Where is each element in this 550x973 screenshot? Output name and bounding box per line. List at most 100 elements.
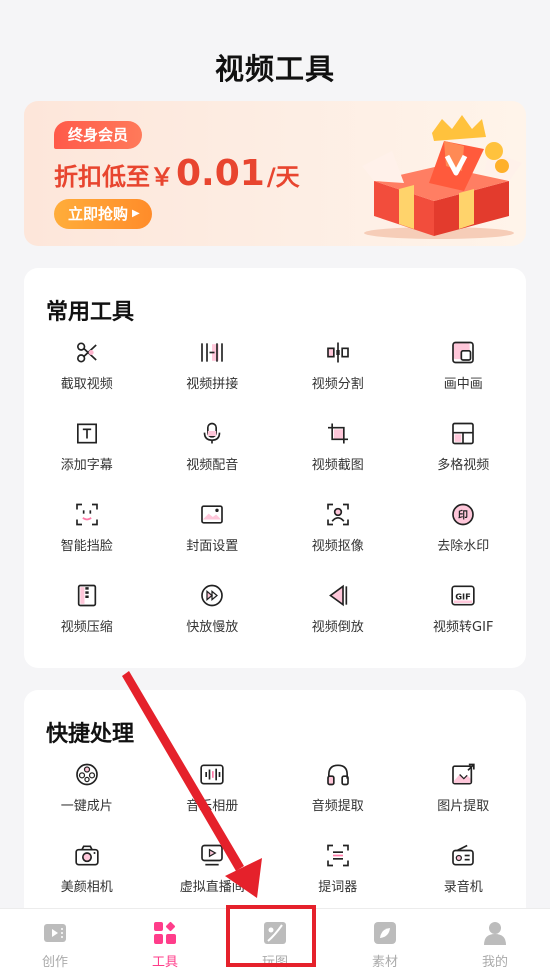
tab-create[interactable]: 创作 (0, 909, 110, 973)
discount-value: 0.01 (176, 153, 265, 194)
tool-label: 视频抠像 (311, 539, 364, 554)
discount-text: 折扣低至￥ 0.01 /天 (54, 153, 300, 194)
tool-label: 快放慢放 (186, 620, 239, 635)
tool-label: 视频压缩 (60, 620, 113, 635)
tool-label: 音乐相册 (186, 799, 239, 814)
vip-gift-box-icon (362, 115, 522, 239)
tool-image-extract[interactable]: 图片提取 (401, 762, 527, 814)
tools-icon (154, 921, 176, 944)
tool-multi-grid[interactable]: 多格视频 (401, 421, 527, 473)
tool-trim-video[interactable]: 截取视频 (24, 340, 150, 392)
create-icon (44, 924, 66, 942)
crop-icon (327, 423, 348, 444)
scissors-icon (76, 342, 97, 363)
tool-screenshot[interactable]: 视频截图 (275, 421, 401, 473)
headphones-icon (326, 764, 349, 786)
compress-icon (77, 584, 96, 607)
tool-recorder[interactable]: 录音机 (401, 843, 527, 895)
microphone-icon (203, 422, 221, 444)
tab-label: 素材 (371, 955, 398, 970)
profile-icon (484, 922, 506, 945)
quick-tools-title: 快捷处理 (46, 722, 135, 747)
tool-label: 智能挡脸 (60, 539, 113, 554)
tool-dubbing[interactable]: 视频配音 (150, 421, 276, 473)
tool-label: 视频截图 (311, 458, 364, 473)
tool-label: 一键成片 (60, 799, 113, 814)
image-icon (201, 505, 224, 524)
radio-icon (452, 844, 475, 866)
tool-picture-in-picture[interactable]: 画中画 (401, 340, 527, 392)
split-icon (326, 342, 349, 363)
grid-icon (452, 422, 475, 445)
tab-profile[interactable]: 我的 (440, 909, 550, 973)
tool-matting[interactable]: 视频抠像 (275, 502, 401, 554)
tab-material[interactable]: 素材 (330, 909, 440, 973)
tool-splice-video[interactable]: 视频拼接 (150, 340, 276, 392)
fast-forward-icon (201, 584, 224, 607)
page-title: 视频工具 (214, 52, 335, 86)
tool-label: 视频倒放 (311, 620, 364, 635)
tool-label: 视频拼接 (186, 377, 239, 392)
picture-extract-icon (452, 763, 475, 785)
tool-label: 美颜相机 (60, 880, 113, 895)
teleprompter-icon (326, 844, 349, 867)
face-icon (75, 503, 98, 526)
tool-label: 画中画 (443, 377, 483, 392)
tool-beauty-camera[interactable]: 美颜相机 (24, 843, 150, 895)
buy-now-label: 立即抢购 (68, 205, 129, 223)
tool-teleprompter[interactable]: 提词器 (275, 843, 401, 895)
play-image-icon (264, 922, 286, 944)
tool-split-video[interactable]: 视频分割 (275, 340, 401, 392)
material-icon (374, 922, 396, 944)
text-icon (76, 423, 97, 444)
splice-icon (201, 343, 224, 362)
tool-label: 虚拟直播间 (179, 880, 245, 895)
tool-speed[interactable]: 快放慢放 (150, 583, 276, 635)
tool-cover-setting[interactable]: 封面设置 (150, 502, 276, 554)
tool-virtual-live[interactable]: 虚拟直播间 (150, 843, 276, 895)
tool-remove-watermark[interactable]: 印 去除水印 (401, 502, 527, 554)
camera-icon (75, 845, 99, 866)
buy-now-button[interactable]: 立即抢购 ▶ (54, 199, 152, 229)
tab-label: 工具 (151, 955, 178, 970)
gif-icon: GIF (451, 585, 475, 606)
play-triangle-icon: ▶ (132, 208, 140, 219)
tool-audio-extract[interactable]: 音频提取 (275, 762, 401, 814)
audio-wave-icon (200, 764, 224, 785)
tab-tools[interactable]: 工具 (110, 909, 220, 973)
discount-suffix: /天 (266, 163, 300, 191)
tab-label: 创作 (41, 955, 68, 970)
tool-music-album[interactable]: 音乐相册 (150, 762, 276, 814)
pip-icon (452, 341, 475, 364)
tab-play-image[interactable]: 玩图 (220, 909, 330, 973)
tool-reverse[interactable]: 视频倒放 (275, 583, 401, 635)
tool-to-gif[interactable]: GIF 视频转GIF (401, 583, 527, 635)
tool-add-subtitle[interactable]: 添加字幕 (24, 421, 150, 473)
vip-badge: 终身会员 (54, 121, 143, 149)
tool-label: 去除水印 (437, 539, 490, 554)
tab-label: 我的 (481, 955, 508, 970)
tool-compress[interactable]: 视频压缩 (24, 583, 150, 635)
tool-label: 封面设置 (186, 539, 239, 554)
bottom-tab-bar: 创作 工具 玩图 素材 我的 (0, 908, 550, 973)
tool-label: 视频转GIF (433, 620, 494, 635)
tool-label: 视频分割 (311, 377, 364, 392)
discount-prefix: 折扣低至￥ (54, 163, 174, 191)
tool-label: 截取视频 (60, 377, 113, 392)
tool-face-block[interactable]: 智能挡脸 (24, 502, 150, 554)
stamp-icon: 印 (452, 503, 475, 526)
tool-label: 音频提取 (311, 799, 364, 814)
tool-label: 图片提取 (437, 799, 490, 814)
tool-label: 添加字幕 (60, 458, 113, 473)
rewind-icon (328, 584, 347, 607)
tool-label: 录音机 (443, 880, 483, 895)
tool-one-click-film[interactable]: 一键成片 (24, 762, 150, 814)
svg-text:印: 印 (458, 510, 468, 522)
common-tools-title: 常用工具 (46, 300, 135, 325)
portrait-icon (326, 503, 349, 526)
tool-label: 提词器 (318, 880, 358, 895)
vip-banner[interactable]: 终身会员 折扣低至￥ 0.01 /天 立即抢购 ▶ (24, 101, 526, 246)
live-tv-icon (201, 844, 224, 866)
film-reel-icon (75, 763, 98, 786)
svg-text:GIF: GIF (455, 591, 471, 601)
